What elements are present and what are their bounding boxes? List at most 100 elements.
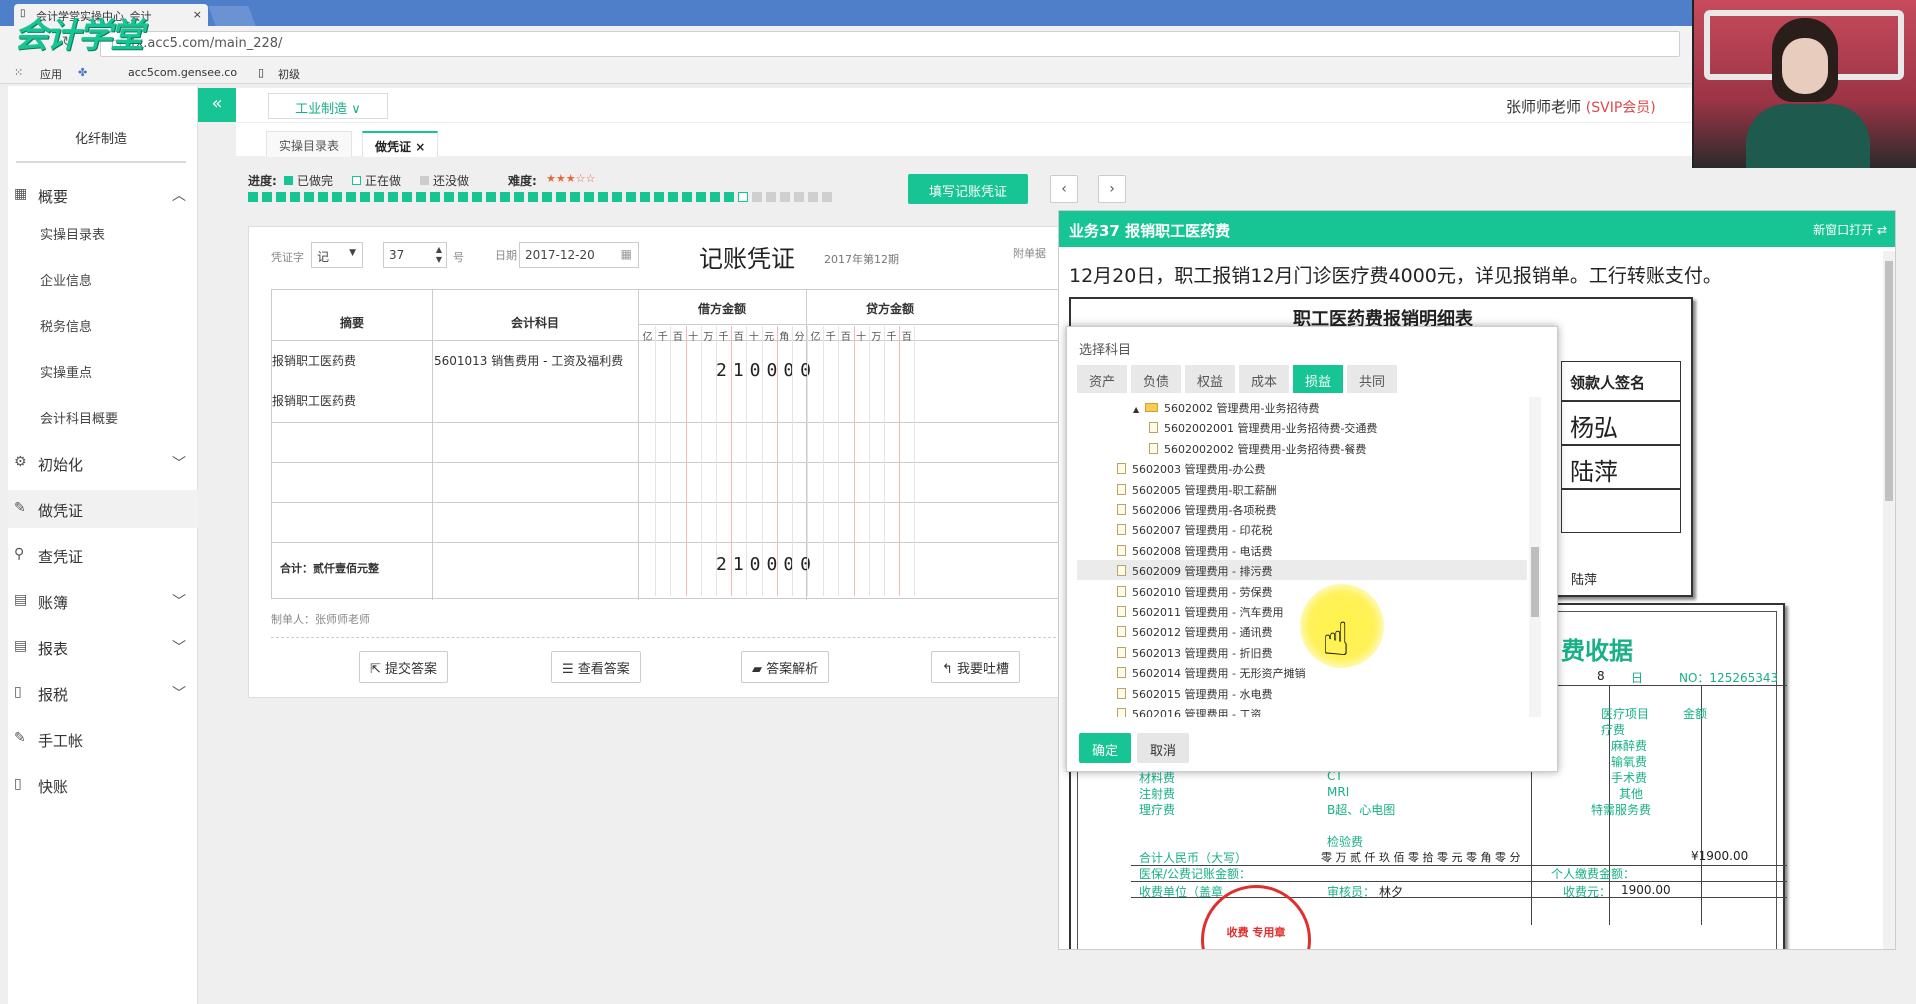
next-button[interactable]: › bbox=[1098, 175, 1126, 203]
prev-button[interactable]: ‹ bbox=[1050, 175, 1078, 203]
bookmark-primary[interactable]: 初级 bbox=[278, 66, 300, 82]
nav-tax[interactable]: ▯ 报税 ﹀ bbox=[8, 674, 198, 712]
category-tab-profit-loss[interactable]: 损益 bbox=[1293, 365, 1343, 393]
cancel-button[interactable]: 取消 bbox=[1137, 733, 1189, 763]
category-tab-equity[interactable]: 权益 bbox=[1185, 365, 1235, 393]
file-icon bbox=[1117, 544, 1126, 556]
ledger-icon: ▤ bbox=[14, 592, 28, 608]
nav-manual[interactable]: ✎ 手工帐 bbox=[8, 720, 198, 758]
account-tree-item[interactable]: 5602002001 管理费用-业务招待费-交通费 bbox=[1077, 417, 1527, 437]
receipt-item: 其他 bbox=[1619, 787, 1644, 801]
expand-caret-icon: ▲ bbox=[1133, 405, 1140, 414]
nav-make-voucher[interactable]: ✎ 做凭证 bbox=[8, 490, 198, 528]
progress-cell bbox=[668, 192, 678, 202]
tree-scrollbar[interactable] bbox=[1529, 397, 1541, 717]
account-tree-item[interactable]: 5602006 管理费用-各项税费 bbox=[1077, 499, 1527, 519]
signature-2: 陆萍 bbox=[1561, 445, 1681, 489]
receipt-item: MRI bbox=[1327, 785, 1350, 799]
digit-header: 万 bbox=[703, 332, 714, 343]
tab-close-icon[interactable]: × bbox=[193, 8, 202, 21]
digit-header: 十 bbox=[688, 332, 699, 343]
digit-header: 百 bbox=[672, 332, 683, 343]
nav-quick[interactable]: ▯ 快账 bbox=[8, 766, 198, 804]
open-new-window-button[interactable]: 新窗口打开 ⇄ bbox=[1813, 221, 1887, 238]
nav-sub-accounts[interactable]: 会计科目概要 bbox=[8, 398, 198, 436]
nav-sub-company[interactable]: 企业信息 bbox=[8, 260, 198, 298]
row1-summary[interactable]: 报销职工医药费 bbox=[272, 352, 356, 369]
row2-summary[interactable]: 报销职工医药费 bbox=[272, 392, 356, 409]
account-tree-item[interactable]: 5602015 管理费用 - 水电费 bbox=[1077, 683, 1527, 703]
receipt-item: 手术费 bbox=[1611, 771, 1648, 785]
category-tab-liabilities[interactable]: 负债 bbox=[1131, 365, 1181, 393]
chevron-up-icon: ︿ bbox=[172, 188, 186, 204]
new-tab-button[interactable] bbox=[208, 6, 256, 26]
site-logo: 会计学堂 bbox=[14, 16, 144, 56]
fill-voucher-button[interactable]: 填写记账凭证 bbox=[908, 174, 1028, 204]
progress-cell bbox=[682, 192, 692, 202]
user-info[interactable]: 张师师老师 (SVIP会员) bbox=[1506, 96, 1656, 117]
account-tree-item[interactable]: 5602003 管理费用-办公费 bbox=[1077, 458, 1527, 478]
view-answer-button[interactable]: ☰ 查看答案 bbox=[551, 651, 641, 683]
recipient-header: 领款人签名 bbox=[1561, 361, 1681, 401]
account-tree-item[interactable]: 5602014 管理费用 - 无形资产摊销 bbox=[1077, 662, 1527, 682]
nav-overview[interactable]: ▦ 概要 ︿ bbox=[8, 176, 198, 214]
account-tree-item[interactable]: 5602005 管理费用-职工薪酬 bbox=[1077, 479, 1527, 499]
chevron-down-icon: ﹀ bbox=[172, 640, 186, 656]
category-tab-assets[interactable]: 资产 bbox=[1077, 365, 1127, 393]
file-icon bbox=[1117, 687, 1126, 699]
file-icon bbox=[1117, 606, 1126, 617]
bookmark-gensee[interactable]: acc5com.gensee.co bbox=[128, 66, 237, 79]
nav-sub-catalog[interactable]: 实操目录表 bbox=[8, 214, 198, 252]
tab-catalog[interactable]: 实操目录表 bbox=[266, 131, 353, 157]
account-tree-item[interactable]: ▲ 5602002 管理费用-业务招待费 bbox=[1077, 397, 1527, 417]
category-tab-common[interactable]: 共同 bbox=[1347, 365, 1397, 393]
progress-cell bbox=[766, 192, 776, 202]
digit-header: 元 bbox=[764, 332, 775, 343]
attach-label: 附单据 bbox=[1013, 247, 1046, 260]
progress-cell bbox=[822, 192, 832, 202]
ok-button[interactable]: 确定 bbox=[1079, 733, 1131, 763]
search-icon: ⚲ bbox=[14, 546, 25, 562]
nav-search-voucher[interactable]: ⚲ 查凭证 bbox=[8, 536, 198, 574]
feedback-button[interactable]: ↰ 我要吐槽 bbox=[931, 651, 1021, 683]
collapse-sidebar-button[interactable]: « bbox=[198, 88, 236, 122]
account-tree-item[interactable]: 5602008 管理费用 - 电话费 bbox=[1077, 540, 1527, 560]
account-tree-item[interactable]: 5602013 管理费用 - 折旧费 bbox=[1077, 642, 1527, 662]
file-icon bbox=[1117, 524, 1126, 536]
industry-select[interactable]: 工业制造 ∨ bbox=[268, 93, 388, 119]
medical-footer: 陆萍 bbox=[1571, 573, 1598, 588]
voucher-period: 2017年第12期 bbox=[824, 253, 899, 266]
category-tab-cost[interactable]: 成本 bbox=[1239, 365, 1289, 393]
business-header: 业务37 报销职工医药费 新窗口打开 ⇄ bbox=[1059, 211, 1895, 247]
date-input[interactable]: 2017-12-20 ▦ bbox=[519, 242, 639, 268]
tab-make-voucher[interactable]: 做凭证 × bbox=[362, 131, 439, 157]
progress-cell bbox=[248, 192, 258, 202]
bookmark-apps[interactable]: 应用 bbox=[40, 66, 62, 82]
nav-sub-tax[interactable]: 税务信息 bbox=[8, 306, 198, 344]
digit-header: 百 bbox=[901, 332, 912, 343]
submit-answer-button[interactable]: ⇱ 提交答案 bbox=[359, 651, 449, 683]
digit-header: 亿 bbox=[642, 332, 653, 343]
nav-init[interactable]: ⚙ 初始化 ﹀ bbox=[8, 444, 198, 482]
progress-cell bbox=[514, 192, 524, 202]
apps-icon[interactable]: ⁙ bbox=[14, 66, 23, 79]
nav-ledger[interactable]: ▤ 账簿 ﹀ bbox=[8, 582, 198, 620]
account-tree-item[interactable]: 5602002002 管理费用-业务招待费-餐费 bbox=[1077, 438, 1527, 458]
business-scrollbar[interactable] bbox=[1883, 251, 1895, 949]
tab-close-icon[interactable]: × bbox=[415, 140, 425, 154]
voucher-number-input[interactable]: 37 ▲ ▼ bbox=[383, 242, 447, 268]
paw-icon: ✤ bbox=[78, 66, 88, 79]
voucher-word-select[interactable]: 记 ▼ bbox=[311, 242, 363, 268]
account-tree-item[interactable]: 5602009 管理费用 - 排污费 bbox=[1077, 560, 1527, 581]
row1-account[interactable]: 5601013 销售费用 - 工资及福利费 bbox=[434, 352, 623, 369]
answer-analysis-button[interactable]: ▰ 答案解析 bbox=[741, 651, 830, 683]
account-tree-item[interactable]: 5602007 管理费用 - 印花税 bbox=[1077, 519, 1527, 539]
url-input[interactable]: ▢ fx.acc5.com/main_228/ bbox=[100, 31, 1680, 57]
nav-report[interactable]: ▤ 报表 ﹀ bbox=[8, 628, 198, 666]
nav-sub-keypoints[interactable]: 实操重点 bbox=[8, 352, 198, 390]
browser-titlebar: ▯ 会计学堂实操中心_会计 × – ◻ × bbox=[0, 0, 1916, 26]
receipt-cashier-label: 收费元： bbox=[1563, 885, 1612, 899]
account-tree-item[interactable]: 5602016 管理费用 - 工资 bbox=[1077, 703, 1527, 717]
account-tree-item[interactable]: 5602010 管理费用 - 劳保费 bbox=[1077, 581, 1527, 601]
progress-cell bbox=[626, 192, 636, 202]
